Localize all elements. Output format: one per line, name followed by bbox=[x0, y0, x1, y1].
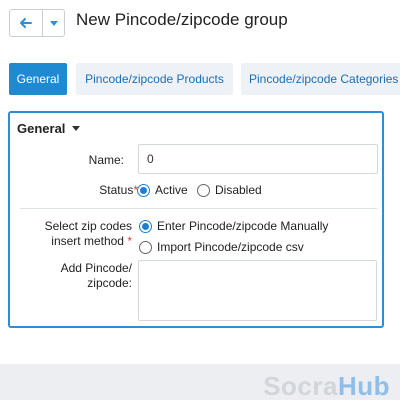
radio-unchecked-icon bbox=[197, 183, 210, 197]
status-active-label: Active bbox=[155, 183, 188, 197]
method-manual-label: Enter Pincode/zipcode Manually bbox=[157, 219, 329, 233]
back-button[interactable] bbox=[10, 10, 43, 36]
back-dropdown-toggle[interactable] bbox=[43, 10, 64, 36]
radio-checked-icon bbox=[139, 219, 152, 233]
add-pincode-label-line2: zipcode: bbox=[87, 276, 132, 290]
add-pincode-label-line1: Add Pincode/ bbox=[60, 261, 132, 275]
page-title: New Pincode/zipcode group bbox=[76, 10, 288, 29]
method-manual-radio[interactable]: Enter Pincode/zipcode Manually bbox=[139, 219, 328, 233]
required-marker: * bbox=[127, 234, 132, 248]
watermark-logo: SocraHub bbox=[263, 371, 390, 400]
status-label: Status* bbox=[99, 183, 138, 198]
panel-header[interactable]: General bbox=[17, 121, 81, 136]
status-disabled-label: Disabled bbox=[215, 183, 262, 197]
chevron-down-icon bbox=[49, 20, 58, 26]
general-panel: General Name: 0 Status* Active Disabled … bbox=[8, 111, 384, 328]
status-disabled-radio[interactable]: Disabled bbox=[197, 183, 262, 197]
method-csv-radio[interactable]: Import Pincode/zipcode csv bbox=[139, 240, 304, 254]
status-active-radio[interactable]: Active bbox=[137, 183, 188, 197]
add-pincode-textarea[interactable] bbox=[138, 260, 377, 321]
insert-method-label-line2: insert method bbox=[51, 234, 124, 248]
tab-pincode-categories[interactable]: Pincode/zipcode Categories bbox=[241, 63, 400, 95]
name-input[interactable]: 0 bbox=[138, 144, 378, 174]
insert-method-label-line1: Select zip codes bbox=[44, 219, 132, 233]
watermark-part2: Hub bbox=[337, 371, 390, 400]
arrow-left-icon bbox=[20, 18, 32, 28]
radio-checked-icon bbox=[137, 183, 150, 197]
insert-method-label: Select zip codes insert method * bbox=[45, 219, 132, 249]
tab-general[interactable]: General bbox=[9, 63, 67, 95]
name-input-value: 0 bbox=[147, 152, 154, 166]
top-toolbar: New Pincode/zipcode group bbox=[0, 0, 400, 48]
status-label-text: Status bbox=[99, 183, 134, 197]
caret-down-icon bbox=[72, 126, 81, 131]
watermark-part1: Socra bbox=[263, 371, 338, 400]
tab-pincode-products[interactable]: Pincode/zipcode Products bbox=[76, 63, 233, 95]
section-divider bbox=[20, 208, 377, 209]
back-button-group bbox=[9, 9, 65, 37]
radio-unchecked-icon bbox=[139, 240, 152, 254]
method-csv-label: Import Pincode/zipcode csv bbox=[157, 240, 304, 254]
name-label: Name: bbox=[88, 153, 124, 167]
add-pincode-label: Add Pincode/ zipcode: bbox=[61, 261, 132, 291]
panel-title: General bbox=[17, 121, 66, 136]
